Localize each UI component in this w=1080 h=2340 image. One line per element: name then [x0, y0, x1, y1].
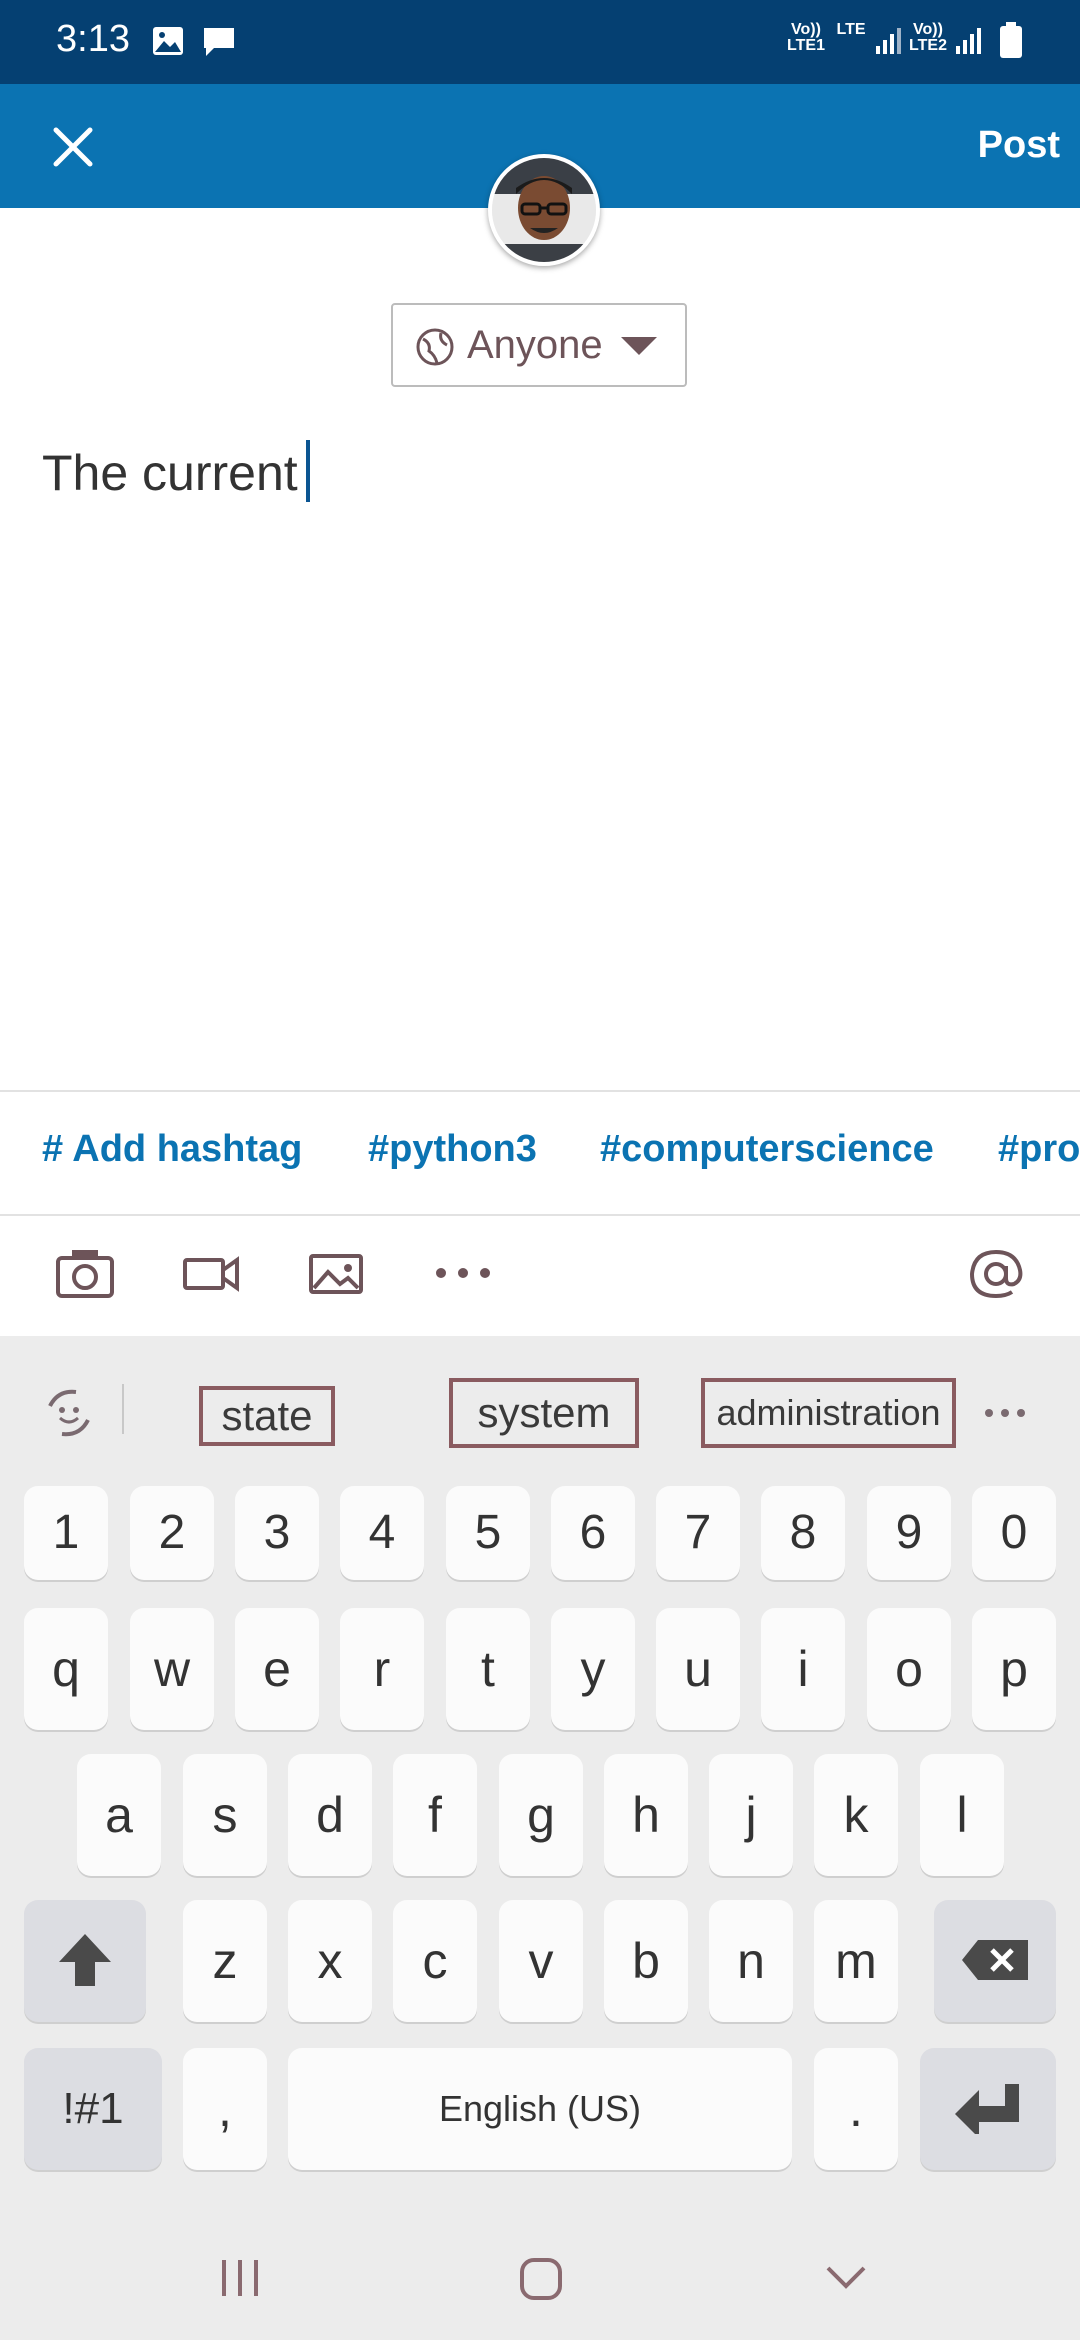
key-j[interactable]: j	[709, 1754, 793, 1876]
key-r[interactable]: r	[340, 1608, 424, 1730]
more-icon[interactable]	[434, 1246, 492, 1305]
chevron-down-icon	[621, 337, 657, 362]
keyboard: state system administration 1 2 3 4 5 6 …	[0, 1336, 1080, 2340]
signal2-icon	[954, 26, 982, 61]
symbols-key[interactable]: !#1	[24, 2048, 162, 2170]
key-e[interactable]: e	[235, 1608, 319, 1730]
mention-icon[interactable]	[966, 1246, 1026, 1307]
key-n[interactable]: n	[709, 1900, 793, 2022]
key-9[interactable]: 9	[867, 1486, 951, 1580]
key-s[interactable]: s	[183, 1754, 267, 1876]
key-k[interactable]: k	[814, 1754, 898, 1876]
shift-icon	[59, 1934, 111, 1986]
recents-icon[interactable]	[218, 2258, 262, 2303]
key-c[interactable]: c	[393, 1900, 477, 2022]
sim2-label: Vo)) LTE2	[909, 21, 947, 54]
key-q[interactable]: q	[24, 1608, 108, 1730]
key-o[interactable]: o	[867, 1608, 951, 1730]
key-w[interactable]: w	[130, 1608, 214, 1730]
lte-label: LTE	[836, 21, 866, 38]
hashtag-chip[interactable]: #python3	[368, 1128, 537, 1171]
key-g[interactable]: g	[499, 1754, 583, 1876]
home-icon[interactable]	[518, 2256, 564, 2307]
image-icon	[152, 26, 184, 61]
suggestion-2[interactable]: system	[449, 1378, 639, 1448]
enter-key[interactable]	[920, 2048, 1056, 2170]
key-i[interactable]: i	[761, 1608, 845, 1730]
key-a[interactable]: a	[77, 1754, 161, 1876]
key-h[interactable]: h	[604, 1754, 688, 1876]
key-u[interactable]: u	[656, 1608, 740, 1730]
close-icon[interactable]	[50, 124, 96, 170]
text-cursor	[305, 440, 310, 502]
battery-icon	[998, 22, 1024, 65]
navigation-bar	[0, 2200, 1080, 2340]
camera-icon[interactable]	[54, 1246, 116, 1305]
key-4[interactable]: 4	[340, 1486, 424, 1580]
hashtag-chip[interactable]: #computerscience	[600, 1128, 934, 1171]
key-d[interactable]: d	[288, 1754, 372, 1876]
key-x[interactable]: x	[288, 1900, 372, 2022]
suggestion-1[interactable]: state	[199, 1386, 335, 1446]
enter-icon	[955, 2084, 1019, 2138]
shift-key[interactable]	[24, 1900, 146, 2022]
post-text-input[interactable]: The current	[42, 440, 310, 502]
key-5[interactable]: 5	[446, 1486, 530, 1580]
more-icon[interactable]	[982, 1406, 1028, 1425]
signal1-icon	[874, 26, 902, 61]
hashtag-bar: # Add hashtag #python3 #computerscience …	[0, 1094, 1080, 1216]
key-z[interactable]: z	[183, 1900, 267, 2022]
add-hashtag-button[interactable]: # Add hashtag	[42, 1128, 302, 1171]
message-icon	[202, 26, 236, 63]
key-3[interactable]: 3	[235, 1486, 319, 1580]
key-0[interactable]: 0	[972, 1486, 1056, 1580]
video-icon[interactable]	[182, 1246, 240, 1305]
key-t[interactable]: t	[446, 1608, 530, 1730]
visibility-label: Anyone	[467, 323, 603, 367]
refresh-icon[interactable]	[40, 1384, 98, 1447]
post-text: The current	[42, 445, 298, 501]
period-key[interactable]: .	[814, 2048, 898, 2170]
status-bar: 3:13 Vo)) LTE1 LTE Vo)) LTE2	[0, 0, 1080, 84]
key-8[interactable]: 8	[761, 1486, 845, 1580]
comma-key[interactable]: ,	[183, 2048, 267, 2170]
backspace-key[interactable]	[934, 1900, 1056, 2022]
suggestion-3[interactable]: administration	[701, 1378, 956, 1448]
divider	[0, 1090, 1080, 1092]
divider	[0, 1214, 1080, 1216]
key-2[interactable]: 2	[130, 1486, 214, 1580]
key-p[interactable]: p	[972, 1608, 1056, 1730]
key-f[interactable]: f	[393, 1754, 477, 1876]
divider	[122, 1384, 124, 1434]
avatar	[488, 154, 600, 266]
globe-icon	[415, 327, 455, 372]
space-key[interactable]: English (US)	[288, 2048, 792, 2170]
key-y[interactable]: y	[551, 1608, 635, 1730]
backspace-icon	[962, 1940, 1028, 1980]
image-icon[interactable]	[308, 1246, 364, 1305]
key-m[interactable]: m	[814, 1900, 898, 2022]
key-7[interactable]: 7	[656, 1486, 740, 1580]
key-b[interactable]: b	[604, 1900, 688, 2022]
key-1[interactable]: 1	[24, 1486, 108, 1580]
key-v[interactable]: v	[499, 1900, 583, 2022]
visibility-dropdown[interactable]: Anyone	[391, 303, 687, 387]
key-l[interactable]: l	[920, 1754, 1004, 1876]
hashtag-chip[interactable]: #pro	[998, 1128, 1080, 1171]
key-6[interactable]: 6	[551, 1486, 635, 1580]
back-icon[interactable]	[824, 2264, 868, 2297]
sim1-label: Vo)) LTE1	[787, 21, 825, 54]
post-button[interactable]: Post	[978, 124, 1060, 167]
status-time: 3:13	[56, 18, 130, 60]
